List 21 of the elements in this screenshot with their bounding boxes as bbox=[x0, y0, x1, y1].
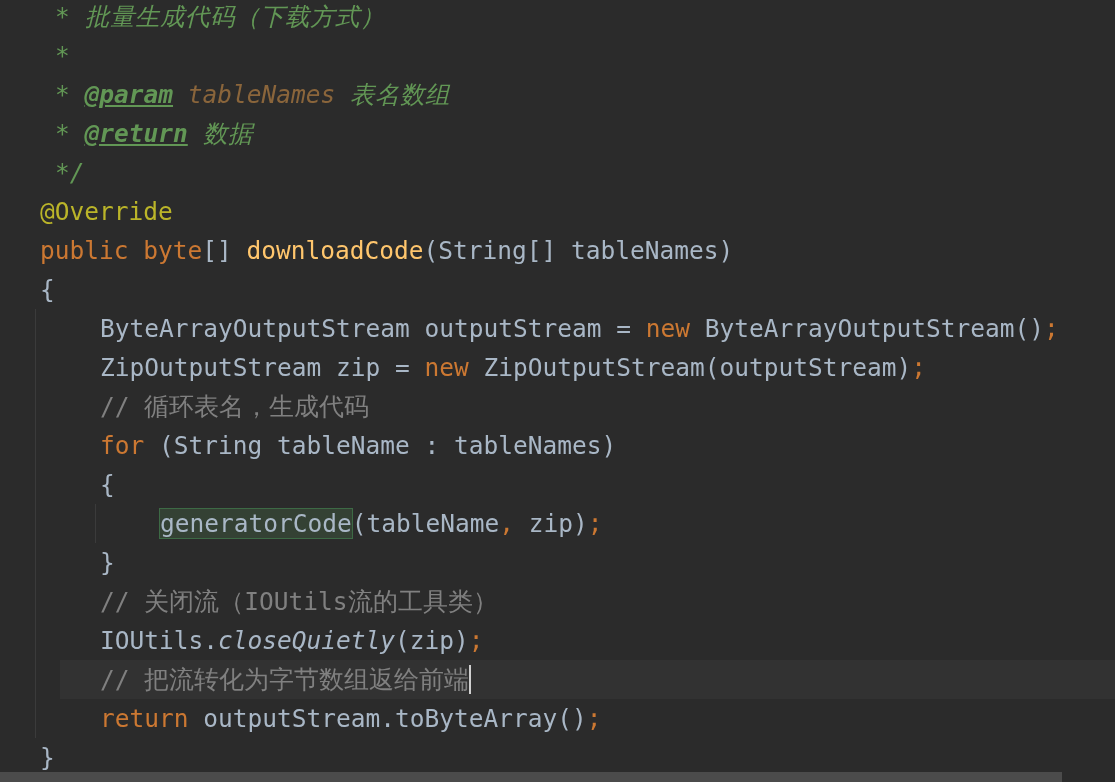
doc-comment-line: * bbox=[55, 41, 70, 70]
code-line: ZipOutputStream zip = new ZipOutputStream(outputStream); bbox=[100, 353, 927, 382]
code-line: // 把流转化为字节数组返给前端 bbox=[100, 664, 472, 696]
code-line: public byte[] downloadCode(String[] tableNames) bbox=[40, 236, 734, 265]
code-line: for (String tableName : tableNames) bbox=[100, 431, 617, 460]
code-line: { bbox=[100, 470, 115, 499]
doc-comment-line: * @param tableNames 表名数组 bbox=[55, 79, 451, 111]
code-line: // 循环表名，生成代码 bbox=[100, 391, 370, 423]
code-line: @Override bbox=[40, 197, 173, 226]
code-line: { bbox=[40, 275, 55, 304]
code-line: return outputStream.toByteArray(); bbox=[100, 704, 602, 733]
doc-comment-line: * 批量生成代码（下载方式） bbox=[55, 1, 385, 33]
code-line: generatorCode(tableName, zip); bbox=[160, 509, 603, 538]
code-line: ByteArrayOutputStream outputStream = new ByteArrayOutputStream(); bbox=[100, 314, 1059, 343]
doc-comment-line: * @return 数据 bbox=[55, 118, 253, 150]
code-line: // 关闭流（IOUtils流的工具类） bbox=[100, 586, 498, 618]
horizontal-scrollbar[interactable] bbox=[0, 772, 1062, 782]
doc-comment-line: */ bbox=[55, 158, 85, 187]
code-line: IOUtils.closeQuietly(zip); bbox=[100, 626, 484, 655]
code-line: } bbox=[40, 743, 55, 772]
code-line: } bbox=[100, 548, 115, 577]
